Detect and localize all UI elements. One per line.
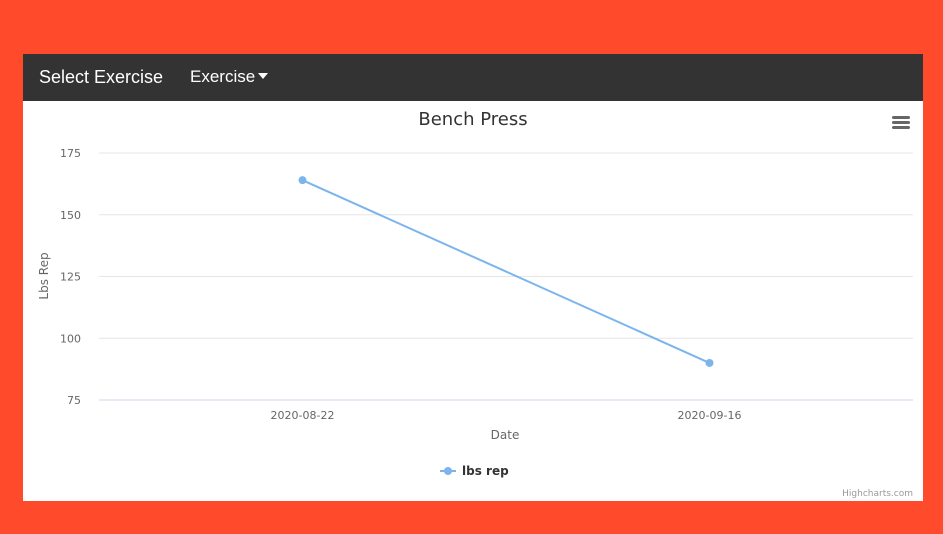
y-tick-label: 100	[60, 332, 81, 345]
series-line	[302, 179, 710, 364]
x-tick-label: 2020-09-16	[678, 409, 742, 422]
data-point	[298, 176, 307, 185]
menu-icon[interactable]	[892, 116, 910, 129]
app-container: Select Exercise Exercise 75 100 125 150 175 2…	[23, 54, 923, 501]
legend-marker-icon	[444, 467, 452, 475]
axes: 75 100 125 150 175 2020-08-22 2020-09-16	[60, 147, 913, 422]
credits-link[interactable]: Highcharts.com	[842, 489, 913, 499]
x-axis-title: Date	[491, 428, 520, 442]
data-point	[705, 358, 714, 367]
x-tick-label: 2020-08-22	[271, 409, 335, 422]
y-tick-label: 75	[67, 394, 81, 407]
y-tick-label: 175	[60, 147, 81, 160]
brand-label[interactable]: Select Exercise	[39, 67, 163, 88]
caret-down-icon[interactable]	[258, 73, 269, 79]
chart-container: 75 100 125 150 175 2020-08-22 2020-09-16 Bench…	[23, 101, 923, 501]
y-tick-label: 125	[60, 271, 81, 284]
y-tick-label: 150	[60, 209, 81, 222]
exercise-dropdown[interactable]: Exercise	[190, 67, 269, 87]
exercise-dropdown-label[interactable]: Exercise	[190, 67, 255, 86]
legend[interactable]: lbs rep	[440, 464, 509, 478]
grid	[99, 152, 913, 339]
navbar: Select Exercise Exercise	[23, 54, 923, 101]
chart-title: Bench Press	[418, 109, 527, 130]
chart-svg: 75 100 125 150 175 2020-08-22 2020-09-16 Bench…	[37, 109, 913, 499]
y-axis-title: Lbs Rep	[37, 252, 51, 299]
legend-label: lbs rep	[462, 464, 509, 478]
